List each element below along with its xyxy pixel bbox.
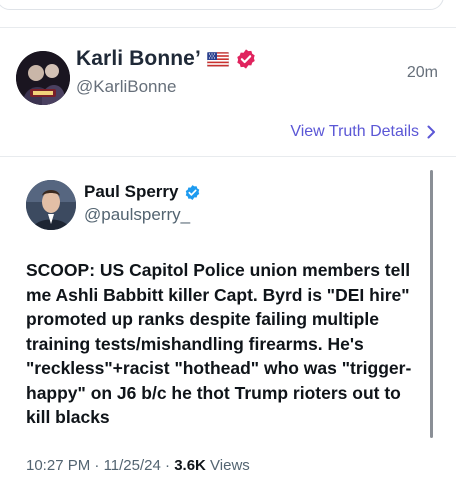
post-timestamp: 20m: [406, 64, 438, 81]
verified-badge-icon: [184, 184, 201, 201]
chevron-right-icon: [427, 125, 436, 139]
author-name[interactable]: Karli Bonne’: [76, 47, 201, 71]
divider: [0, 156, 456, 157]
scrollbar[interactable]: [430, 170, 433, 438]
views-label: Views: [210, 457, 250, 474]
quote-author-handle[interactable]: @paulsperry_: [84, 205, 190, 225]
us-flag-icon: [206, 51, 230, 67]
view-details-label: View Truth Details: [290, 123, 419, 140]
avatar[interactable]: [16, 51, 70, 105]
meta-separator: ·: [94, 457, 104, 474]
avatar-image: [16, 51, 70, 105]
quote-avatar[interactable]: [26, 180, 76, 230]
embedded-post[interactable]: Paul Sperry @paulsperry_ SCOOP: US Capit…: [0, 158, 456, 498]
quote-date: 11/25/24: [103, 457, 161, 474]
meta-separator: ·: [165, 457, 175, 474]
verified-badge-icon: [235, 48, 257, 70]
quote-author-name[interactable]: Paul Sperry: [84, 182, 179, 202]
quote-author-row: Paul Sperry: [84, 182, 201, 202]
quote-meta: 10:27 PM · 11/25/24 · 3.6K Views: [26, 457, 250, 474]
view-truth-details-link[interactable]: View Truth Details: [290, 123, 436, 141]
quote-body-text: SCOOP: US Capitol Police union members t…: [26, 260, 412, 427]
divider: [0, 27, 456, 28]
views-count: 3.6K: [174, 457, 206, 474]
quote-avatar-image: [26, 180, 76, 230]
author-name-row: Karli Bonne’: [76, 47, 257, 71]
quote-time: 10:27 PM: [26, 457, 91, 474]
post-header: Karli Bonne’ @KarliBonne 20m: [0, 40, 456, 110]
previous-post-card: [0, 0, 444, 10]
author-handle[interactable]: @KarliBonne: [76, 77, 176, 97]
